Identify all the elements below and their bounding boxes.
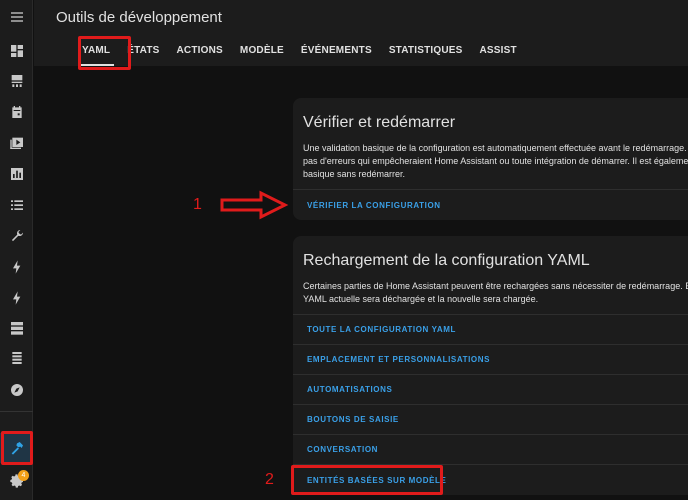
tab-statistiques[interactable]: STATISTIQUES [389,34,463,66]
tab-evenements[interactable]: ÉVÉNEMENTS [301,34,372,66]
media-icon [9,137,23,149]
reload-all-yaml-label: TOUTE LA CONFIGURATION YAML [307,325,456,334]
tab-actions[interactable]: ACTIONS [177,34,223,66]
reload-conversation-button[interactable]: CONVERSATION [293,435,688,465]
sidebar-item-media[interactable] [0,128,33,158]
reload-location-button[interactable]: EMPLACEMENT ET PERSONNALISATIONS [293,345,688,375]
card-check-line-3: basique sans redémarrer. [303,169,406,179]
sidebar-item-energy-flow[interactable] [0,252,33,282]
sidebar-item-history[interactable] [0,159,33,189]
reload-all-yaml-button[interactable]: TOUTE LA CONFIGURATION YAML [293,315,688,345]
highlight-template-entities [291,465,443,495]
history-icon [10,168,23,180]
lightning-icon [12,260,20,274]
check-configuration-label: VÉRIFIER LA CONFIGURATION [307,200,441,210]
sidebar-item-compass[interactable] [0,375,33,405]
top-app-bar: Outils de développement YAML ÉTATS ACTIO… [34,0,688,66]
reload-automations-button[interactable]: AUTOMATISATIONS [293,375,688,405]
sidebar-item-calendar[interactable] [0,97,33,127]
annotation-number-2: 2 [265,471,274,488]
annotation-number-1: 1 [193,196,202,213]
dashboard-icon [10,45,23,57]
energy-icon [11,75,22,87]
compass-icon [10,384,23,396]
sidebar-divider [0,411,33,412]
page-title: Outils de développement [56,9,222,26]
card-reload-line-1: Certaines parties de Home Assistant peuv… [303,281,688,291]
sidebar-item-power[interactable] [0,283,33,313]
wrench-icon [11,229,23,242]
sidebar-item-dashboard[interactable] [0,36,33,66]
server-icon [10,322,23,335]
card-check-actions: VÉRIFIER LA CONFIGURATION [293,189,688,220]
highlight-yaml-tab [78,36,131,70]
sidebar-item-database[interactable] [0,343,33,373]
database-icon [11,352,22,364]
card-check-line-1: Une validation basique de la configurati… [303,143,688,153]
card-reload-description: Certaines parties de Home Assistant peuv… [293,280,688,314]
card-reload-line-2: YAML actuelle sera déchargée et la nouve… [303,294,539,304]
menu-button[interactable] [0,2,33,32]
calendar-icon [11,106,22,118]
check-configuration-button[interactable]: VÉRIFIER LA CONFIGURATION [293,190,688,220]
reload-input-buttons-button[interactable]: BOUTONS DE SAISIE [293,405,688,435]
sidebar-item-logbook[interactable] [0,190,33,220]
sidebar-item-server[interactable] [0,313,33,343]
main-content: Vérifier et redémarrer Une validation ba… [34,66,688,500]
reload-automations-label: AUTOMATISATIONS [307,385,393,394]
notification-badge: 4 [18,470,29,481]
lightning-icon-2 [12,291,20,305]
tab-bar: YAML ÉTATS ACTIONS MODÈLE ÉVÉNEMENTS STA… [77,34,534,66]
card-check-restart: Vérifier et redémarrer Une validation ba… [293,98,688,220]
menu-icon [10,12,23,22]
card-check-title: Vérifier et redémarrer [303,114,456,131]
sidebar-item-energy[interactable] [0,66,33,96]
annotation-arrow [220,190,289,220]
reload-location-label: EMPLACEMENT ET PERSONNALISATIONS [307,355,491,364]
card-check-description: Une validation basique de la configurati… [293,142,688,189]
sidebar: 4 [0,0,33,500]
tab-assist[interactable]: ASSIST [480,34,517,66]
reload-input-buttons-label: BOUTONS DE SAISIE [307,415,399,424]
sidebar-item-settings-tools[interactable] [0,221,33,251]
sidebar-item-settings[interactable]: 4 [0,466,33,496]
tab-modele[interactable]: MODÈLE [240,34,284,66]
card-check-line-2: pas d'erreurs qui empêcheraient Home Ass… [303,156,688,166]
list-icon [10,200,23,210]
tab-etats[interactable]: ÉTATS [127,34,159,66]
highlight-developer-tools [1,431,33,465]
reload-conversation-label: CONVERSATION [307,445,379,454]
card-yaml-reload: Rechargement de la configuration YAML Ce… [293,236,688,495]
card-reload-title: Rechargement de la configuration YAML [303,252,590,269]
